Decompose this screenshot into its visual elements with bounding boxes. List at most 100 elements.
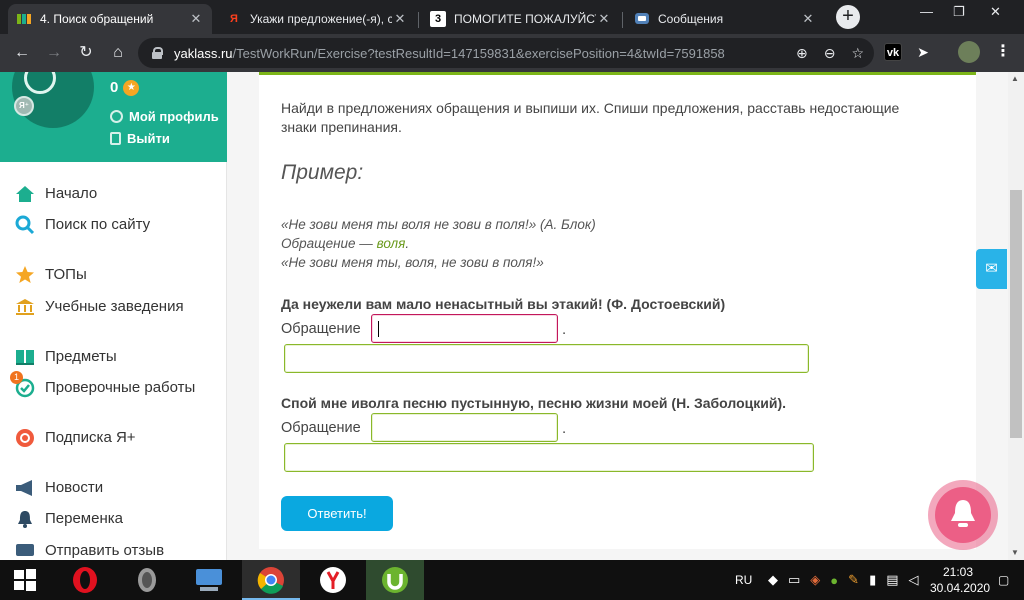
question-1-period: . — [562, 321, 567, 338]
restore-icon[interactable]: ❐ — [953, 4, 965, 20]
tab-title: Укажи предложение(-я), с — [250, 12, 392, 26]
star-icon: ★ — [123, 79, 140, 96]
question-2-period: . — [562, 420, 567, 437]
nav-tops[interactable]: ТОПы — [14, 264, 87, 285]
back-icon[interactable]: ← — [12, 43, 32, 63]
speaker-app-icon[interactable] — [118, 560, 176, 600]
bookmark-star-icon[interactable]: ☆ — [851, 45, 864, 62]
tray-wrench-icon[interactable]: ✎ — [848, 572, 859, 588]
yandex-browser-icon[interactable] — [304, 560, 362, 600]
chrome-icon[interactable] — [242, 560, 300, 600]
close-tab-icon[interactable]: ✕ — [188, 11, 204, 27]
menu-icon[interactable]: ⋮ — [994, 43, 1012, 61]
notification-center-icon[interactable]: ▢ — [998, 560, 1009, 600]
battery-icon[interactable]: ▮ — [869, 572, 876, 588]
close-tab-icon[interactable]: ✕ — [596, 11, 612, 27]
logout-link[interactable]: Выйти — [110, 131, 170, 146]
minimize-icon[interactable]: — — [920, 4, 933, 19]
close-tab-icon[interactable]: ✕ — [392, 11, 408, 27]
taskbar-clock[interactable]: 21:03 30.04.2020 — [930, 564, 990, 596]
nav-schools[interactable]: Учебные заведения — [14, 296, 184, 317]
nav-subscription[interactable]: Подписка Я+ — [14, 427, 136, 448]
browser-toolbar: ← → ↻ ⌂ yaklass.ru/TestWorkRun/Exercise?… — [0, 34, 1024, 72]
bell-icon — [14, 508, 35, 529]
windows-start-icon[interactable] — [0, 560, 50, 600]
nav-feedback[interactable]: Отправить отзыв — [14, 540, 164, 560]
windows-taskbar: RU ◆ ▭ ◈ ● ✎ ▮ ▤ ◁ 21:03 30.04.2020 ▢ — [0, 560, 1024, 600]
tray-utorrent-icon[interactable]: ● — [830, 573, 838, 588]
keyboard-app-icon[interactable] — [180, 560, 238, 600]
volume-icon[interactable]: ◁ — [909, 572, 919, 588]
tab-znanija[interactable]: 3 ПОМОГИТЕ ПОЖАЛУЙСТ ✕ — [422, 4, 620, 34]
nav-subjects[interactable]: Предметы — [14, 346, 117, 367]
tray-tool-icon[interactable]: ◈ — [810, 572, 820, 588]
tab-separator — [418, 12, 419, 28]
nav-break[interactable]: Переменка — [14, 508, 123, 529]
url-host: yaklass.ru — [174, 45, 233, 61]
nav-label: Учебные заведения — [45, 298, 184, 315]
my-profile-link[interactable]: Мой профиль — [110, 109, 219, 124]
chat-icon — [14, 540, 35, 560]
check-circle-icon: 1 — [10, 371, 35, 398]
language-indicator[interactable]: RU — [735, 560, 752, 600]
vk-extension-icon[interactable]: vk — [884, 43, 902, 61]
zoom-icon[interactable]: ⊖ — [824, 45, 836, 62]
yandex-icon: Я — [230, 13, 238, 25]
close-window-icon[interactable]: ✕ — [990, 4, 1001, 20]
nav-label: Подписка Я+ — [45, 429, 136, 446]
reload-icon[interactable]: ↻ — [76, 43, 96, 63]
nav-label: Новости — [45, 479, 104, 496]
utorrent-icon[interactable] — [366, 560, 424, 600]
score: 0 ★ — [110, 79, 140, 96]
scroll-down-icon[interactable]: ▼ — [1011, 548, 1019, 557]
page-scrollbar[interactable]: ▲ ▼ — [1008, 72, 1024, 560]
forward-icon[interactable]: → — [44, 43, 64, 63]
nav-home[interactable]: Начало — [14, 183, 97, 204]
question-2-text: Спой мне иволга песню пустынную, песню ж… — [281, 395, 786, 411]
close-tab-icon[interactable]: ✕ — [800, 11, 816, 27]
sidebar: Я⁺ 0 ★ Мой профиль Выйти Начало Поиск по… — [0, 72, 227, 560]
example-highlight: воля — [376, 236, 406, 251]
tray-diamond-icon[interactable]: ◆ — [768, 572, 778, 588]
tab-yandex[interactable]: Я Укажи предложение(-я), с ✕ — [218, 4, 416, 34]
question-2-sentence-input[interactable] — [284, 443, 814, 472]
cursor-extension-icon[interactable]: ➤ — [914, 43, 932, 61]
profile-avatar-icon[interactable] — [958, 41, 980, 63]
nav-news[interactable]: Новости — [14, 477, 103, 498]
question-1-sentence-input[interactable] — [284, 344, 809, 373]
nav-label: Начало — [45, 185, 98, 202]
nav-label: ТОПы — [45, 266, 87, 283]
network-icon[interactable]: ▤ — [886, 572, 898, 588]
nav-label: Проверочные работы — [45, 379, 196, 396]
opera-icon[interactable] — [56, 560, 114, 600]
nav-label: Предметы — [45, 348, 117, 365]
nav-tests[interactable]: 1 Проверочные работы — [10, 371, 196, 398]
tab-separator — [622, 12, 623, 28]
logout-label: Выйти — [127, 131, 170, 146]
tab-vk-messages[interactable]: Сообщения ✕ — [626, 4, 824, 34]
question-2-label: Обращение — [281, 420, 361, 436]
question-1-address-input[interactable] — [371, 314, 558, 343]
books-icon — [14, 346, 35, 367]
scroll-up-icon[interactable]: ▲ — [1011, 74, 1019, 83]
user-panel: Я⁺ 0 ★ Мой профиль Выйти — [0, 72, 227, 162]
tray-chat-icon[interactable]: ▭ — [788, 572, 800, 588]
add-icon[interactable]: ⊕ — [796, 45, 808, 62]
nav-search[interactable]: Поиск по сайту — [14, 214, 150, 235]
address-bar[interactable]: yaklass.ru/TestWorkRun/Exercise?testResu… — [138, 38, 874, 68]
home-icon — [14, 183, 35, 204]
vk-messages-icon — [634, 11, 650, 27]
mail-feedback-icon[interactable]: ✉ — [976, 249, 1007, 289]
url-path: /TestWorkRun/Exercise?testResultId=14715… — [232, 45, 725, 61]
lock-icon — [152, 47, 163, 59]
question-2-address-input[interactable] — [371, 413, 558, 442]
submit-answer-button[interactable]: Ответить! — [281, 496, 393, 531]
home-icon[interactable]: ⌂ — [108, 43, 128, 63]
scroll-thumb[interactable] — [1010, 190, 1022, 438]
tab-title: 4. Поиск обращений — [40, 12, 154, 26]
new-tab-button[interactable]: + — [836, 5, 860, 29]
logout-icon — [110, 132, 121, 145]
notifications-button[interactable] — [928, 480, 998, 550]
browser-tab-bar: 4. Поиск обращений ✕ Я Укажи предложение… — [0, 0, 1024, 34]
tab-yaklass[interactable]: 4. Поиск обращений ✕ — [8, 4, 212, 34]
